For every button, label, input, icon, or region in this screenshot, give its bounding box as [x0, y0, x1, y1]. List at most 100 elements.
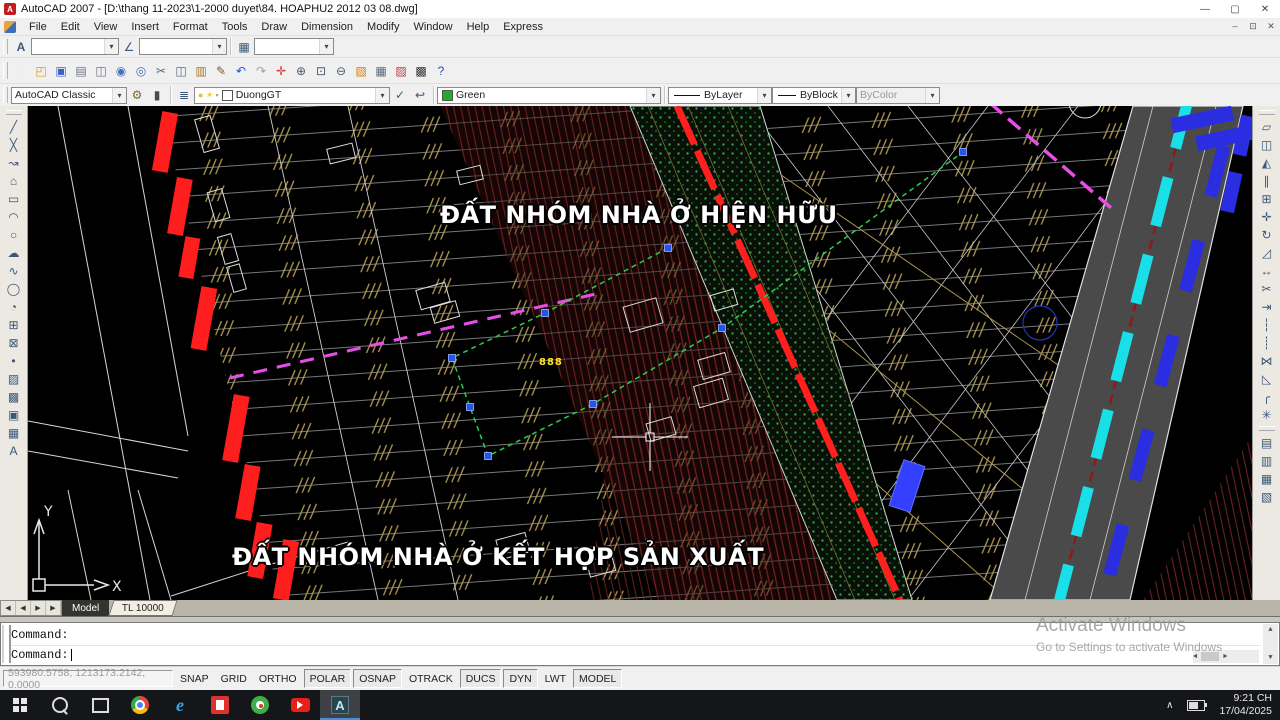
copy-icon[interactable]: ◫: [1257, 136, 1277, 154]
toggle-lwt[interactable]: LWT: [540, 670, 571, 687]
command-grip[interactable]: [2, 625, 11, 663]
menu-item[interactable]: View: [87, 18, 125, 35]
arc-icon[interactable]: ◠: [4, 208, 24, 226]
taskbar-chrome[interactable]: [120, 690, 160, 720]
workspace-settings-icon[interactable]: ⚙: [128, 86, 146, 104]
command-hscrollbar[interactable]: ◄ ►: [1193, 650, 1259, 663]
command-window[interactable]: Command: Command: ◄ ► ▲ ▼: [0, 622, 1280, 666]
draworder-front-icon[interactable]: ▤: [1257, 434, 1277, 452]
taskbar-internet-explorer[interactable]: e: [160, 690, 200, 720]
chevron-down-icon[interactable]: ▾: [319, 39, 333, 54]
move-icon[interactable]: ✛: [1257, 208, 1277, 226]
plot-preview-icon[interactable]: ◫: [92, 62, 110, 80]
sheetset-manager-icon[interactable]: ▧: [352, 62, 370, 80]
fillet-icon[interactable]: ╭: [1257, 388, 1277, 406]
toggle-dyn[interactable]: DYN: [503, 669, 537, 688]
doc-close-button[interactable]: ✕: [1262, 21, 1280, 32]
match-properties-icon[interactable]: ✎: [212, 62, 230, 80]
toggle-polar[interactable]: POLAR: [304, 669, 352, 688]
draworder-back-icon[interactable]: ▥: [1257, 452, 1277, 470]
layer-properties-icon[interactable]: ≣: [175, 86, 193, 104]
menu-item[interactable]: Dimension: [294, 18, 360, 35]
chevron-down-icon[interactable]: ▾: [212, 39, 226, 54]
paste-icon[interactable]: ▥: [192, 62, 210, 80]
scroll-right-icon[interactable]: ►: [1223, 653, 1227, 661]
offset-icon[interactable]: ∥: [1257, 172, 1277, 190]
ellipse-icon[interactable]: ◯: [4, 280, 24, 298]
toolbar-grip[interactable]: [1259, 110, 1275, 115]
taskbar-search-button[interactable]: [40, 690, 80, 720]
polygon-icon[interactable]: ⌂: [4, 172, 24, 190]
mirror-icon[interactable]: ◭: [1257, 154, 1277, 172]
array-icon[interactable]: ⊞: [1257, 190, 1277, 208]
taskbar-red-app[interactable]: [200, 690, 240, 720]
polyline-icon[interactable]: ↝: [4, 154, 24, 172]
extend-icon[interactable]: ⇥: [1257, 298, 1277, 316]
task-view-button[interactable]: [80, 690, 120, 720]
taskbar-clock[interactable]: 9:21 CH 17/04/2025: [1219, 692, 1272, 718]
first-tab-button[interactable]: ◀: [1, 601, 16, 615]
taskbar-youtube[interactable]: [280, 690, 320, 720]
layer-lock-icon[interactable]: ▪: [216, 90, 219, 100]
command-vscrollbar[interactable]: ▲ ▼: [1263, 624, 1278, 664]
scroll-thumb[interactable]: [1201, 652, 1219, 661]
toggle-model[interactable]: MODEL: [573, 669, 622, 688]
zoom-previous-icon[interactable]: ⊖: [332, 62, 350, 80]
scale-icon[interactable]: ◿: [1257, 244, 1277, 262]
dim-style-combo[interactable]: ▾: [139, 38, 227, 55]
text-style-combo[interactable]: ▾: [31, 38, 119, 55]
draworder-under-icon[interactable]: ▧: [1257, 488, 1277, 506]
quickcalc-icon[interactable]: ▩: [412, 62, 430, 80]
insert-block-icon[interactable]: ⊞: [4, 316, 24, 334]
revision-cloud-icon[interactable]: ☁: [4, 244, 24, 262]
chamfer-icon[interactable]: ◺: [1257, 370, 1277, 388]
table-style-combo[interactable]: ▾: [254, 38, 334, 55]
point-icon[interactable]: •: [4, 352, 24, 370]
menu-item[interactable]: Draw: [254, 18, 294, 35]
undo-icon[interactable]: ↶: [232, 62, 250, 80]
ellipse-arc-icon[interactable]: ◔: [4, 298, 24, 316]
break-icon[interactable]: ┊: [1257, 334, 1277, 352]
redo-icon[interactable]: ↷: [252, 62, 270, 80]
taskbar-coccoc[interactable]: [240, 690, 280, 720]
plot-icon[interactable]: ▤: [72, 62, 90, 80]
circle-icon[interactable]: ○: [4, 226, 24, 244]
explode-icon[interactable]: ✳: [1257, 406, 1277, 424]
multiline-text-icon[interactable]: A: [4, 442, 24, 460]
menu-item[interactable]: Modify: [360, 18, 406, 35]
rotate-icon[interactable]: ↻: [1257, 226, 1277, 244]
workspace-combo[interactable]: AutoCAD Classic ▾: [11, 87, 127, 104]
toolbar-grip[interactable]: [1259, 426, 1275, 431]
layer-on-icon[interactable]: ●: [198, 90, 203, 100]
open-file-icon[interactable]: ◰: [32, 62, 50, 80]
chevron-down-icon[interactable]: ▾: [112, 88, 126, 103]
scroll-left-icon[interactable]: ◄: [1193, 653, 1197, 661]
last-tab-button[interactable]: ▶: [46, 601, 61, 615]
menu-item[interactable]: Express: [496, 18, 550, 35]
chevron-down-icon[interactable]: ▾: [841, 88, 855, 103]
command-prompt[interactable]: Command:: [11, 645, 1261, 664]
help-icon[interactable]: ?: [432, 62, 450, 80]
table-icon[interactable]: ▦: [372, 62, 390, 80]
minimize-button[interactable]: —: [1190, 4, 1220, 15]
menu-item[interactable]: Tools: [215, 18, 255, 35]
gradient-icon[interactable]: ▩: [4, 388, 24, 406]
stretch-icon[interactable]: ↔: [1257, 262, 1277, 280]
doc-restore-button[interactable]: ⊡: [1244, 21, 1262, 32]
chevron-down-icon[interactable]: ▾: [375, 88, 389, 103]
pan-icon[interactable]: ✛: [272, 62, 290, 80]
chevron-down-icon[interactable]: ▾: [646, 88, 660, 103]
scroll-down-icon[interactable]: ▼: [1268, 652, 1272, 664]
layer-combo[interactable]: ● ☀ ▪ DuongGT ▾: [194, 87, 390, 104]
lineweight-combo[interactable]: ByBlock ▾: [772, 87, 856, 104]
zoom-window-icon[interactable]: ⊡: [312, 62, 330, 80]
table-style-icon[interactable]: ▦: [235, 38, 253, 56]
chevron-down-icon[interactable]: ▾: [104, 39, 118, 54]
layer-previous-icon[interactable]: ↩: [411, 86, 429, 104]
menu-item[interactable]: Help: [460, 18, 497, 35]
tab-layout-tl10000[interactable]: TL 10000: [109, 600, 178, 616]
menu-item[interactable]: Format: [166, 18, 215, 35]
doc-minimize-button[interactable]: –: [1226, 21, 1244, 32]
toolbar-grip[interactable]: [3, 39, 8, 54]
region-icon[interactable]: ▣: [4, 406, 24, 424]
